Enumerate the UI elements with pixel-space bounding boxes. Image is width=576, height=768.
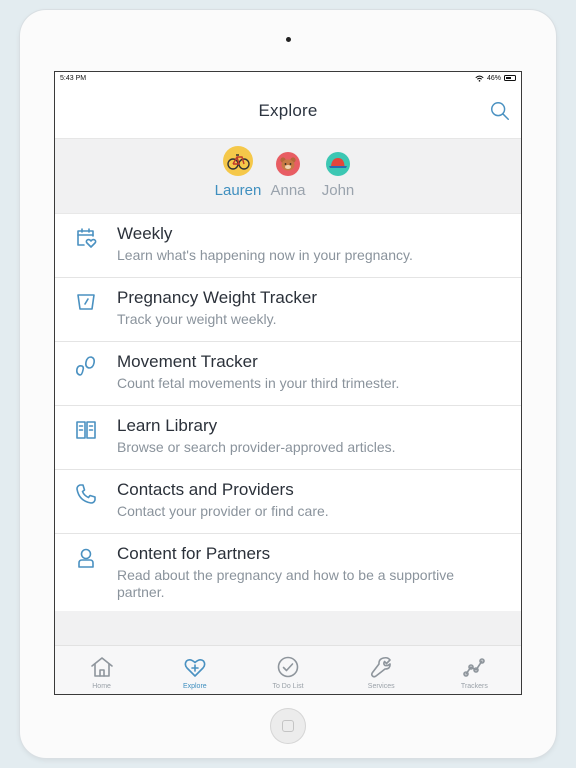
trend-line-icon — [463, 658, 486, 677]
book-icon — [76, 421, 96, 439]
profile-name: John — [321, 182, 355, 199]
calendar-heart-icon — [77, 228, 97, 248]
tab-bar: Home Explore To Do List Services Tracker… — [55, 645, 521, 694]
status-bar: 5:43 PM 46% — [55, 72, 521, 84]
check-circle-icon — [277, 656, 299, 678]
person-icon — [78, 548, 94, 568]
tab-trackers[interactable]: Trackers — [428, 646, 521, 694]
home-icon — [90, 657, 113, 677]
tab-label: Trackers — [460, 683, 488, 690]
tab-label: To Do List — [272, 683, 304, 690]
status-right: 46% — [475, 75, 516, 82]
hat-avatar-icon — [326, 152, 350, 176]
page-title: Explore — [258, 101, 318, 120]
scale-icon — [77, 294, 95, 310]
tab-label: Home — [92, 683, 111, 690]
menu-item-subtitle: Count fetal movements in your third trim… — [117, 375, 400, 391]
explore-menu: Weekly Learn what's happening now in you… — [55, 214, 521, 613]
tab-label: Services — [367, 683, 395, 690]
heart-plus-icon — [184, 659, 206, 677]
bicycle-avatar-icon — [223, 146, 253, 176]
app-screen: 5:43 PM 46% Explore Lauren Anna John Wee… — [54, 71, 522, 695]
home-hardware-button[interactable] — [270, 708, 306, 744]
menu-item-subtitle: Learn what's happening now in your pregn… — [117, 247, 413, 263]
wifi-icon — [475, 75, 484, 82]
menu-item-title: Learn Library — [117, 416, 218, 435]
menu-item-title: Contacts and Providers — [117, 480, 294, 499]
profile-switcher: Lauren Anna John — [55, 139, 521, 214]
profile-lauren[interactable]: Lauren — [215, 139, 261, 213]
battery-icon — [504, 75, 516, 81]
nav-bar: Explore — [55, 84, 521, 139]
menu-item-title: Content for Partners — [117, 544, 271, 563]
profile-name: Anna — [270, 182, 306, 199]
menu-item-content-partners[interactable]: Content for Partners Read about the preg… — [55, 534, 521, 613]
wrench-icon — [371, 656, 392, 678]
tab-explore[interactable]: Explore — [148, 646, 241, 694]
menu-item-subtitle: Track your weight weekly. — [117, 311, 277, 327]
menu-item-weekly[interactable]: Weekly Learn what's happening now in you… — [55, 214, 521, 278]
profile-anna[interactable]: Anna — [265, 139, 311, 213]
menu-item-learn-library[interactable]: Learn Library Browse or search provider-… — [55, 406, 521, 470]
menu-item-subtitle: Contact your provider or find care. — [117, 503, 329, 519]
menu-item-subtitle: Browse or search provider-approved artic… — [117, 439, 396, 455]
profile-name: Lauren — [214, 182, 262, 199]
status-time: 5:43 PM — [60, 74, 87, 82]
menu-item-contacts-providers[interactable]: Contacts and Providers Contact your prov… — [55, 470, 521, 534]
footprints-icon — [76, 356, 95, 376]
profile-john[interactable]: John — [315, 139, 361, 213]
tab-services[interactable]: Services — [335, 646, 428, 694]
menu-item-movement-tracker[interactable]: Movement Tracker Count fetal movements i… — [55, 342, 521, 406]
front-camera — [286, 37, 291, 42]
menu-item-subtitle: Read about the pregnancy and how to be a… — [117, 567, 455, 600]
empty-content-area — [55, 611, 521, 647]
tab-home[interactable]: Home — [55, 646, 148, 694]
menu-item-title: Pregnancy Weight Tracker — [117, 288, 317, 307]
bear-avatar-icon — [276, 152, 300, 176]
search-icon[interactable] — [489, 100, 511, 122]
phone-icon — [76, 484, 96, 504]
menu-item-weight-tracker[interactable]: Pregnancy Weight Tracker Track your weig… — [55, 278, 521, 342]
battery-percent: 46% — [486, 74, 501, 82]
menu-item-title: Movement Tracker — [117, 352, 258, 371]
tab-todo[interactable]: To Do List — [241, 646, 334, 694]
menu-item-title: Weekly — [117, 224, 173, 243]
tab-label: Explore — [182, 683, 207, 690]
